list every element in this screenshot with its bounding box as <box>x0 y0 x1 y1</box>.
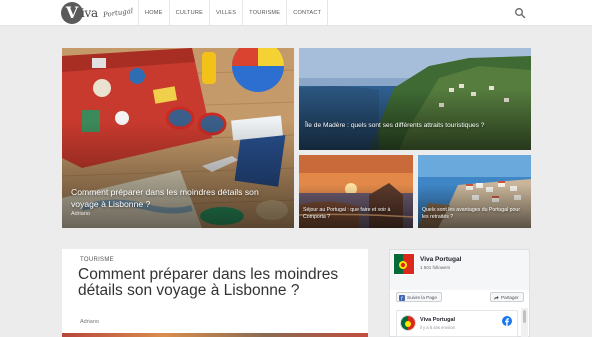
article-image-preview[interactable] <box>62 333 368 337</box>
post-madere-title[interactable]: Île de Madère : quels sont ses différent… <box>305 121 505 130</box>
main-menu: HOME CULTURE VILLES TOURISME CONTACT <box>138 0 329 26</box>
search-icon[interactable] <box>514 7 526 19</box>
follow-page-button[interactable]: f Suivre la Page <box>396 292 442 302</box>
image-overlay <box>299 88 531 150</box>
image-overlay <box>62 120 294 228</box>
logo-wordmark: iva <box>81 6 98 20</box>
logo-badge: V <box>61 2 83 24</box>
article-title[interactable]: Comment préparer dans les moindres détai… <box>78 267 348 299</box>
nav-tourisme[interactable]: TOURISME <box>242 0 286 26</box>
facebook-logo-icon <box>502 316 512 326</box>
post-retraites-title[interactable]: Quels sont les avantages du Portugal pou… <box>422 207 528 221</box>
facebook-page-name[interactable]: Viva Portugal <box>420 256 461 263</box>
portugal-flag-avatar[interactable] <box>393 253 415 275</box>
scrollbar-thumb[interactable] <box>523 310 526 323</box>
nav-villes[interactable]: VILLES <box>209 0 242 26</box>
nav-home[interactable]: HOME <box>138 0 169 26</box>
post-timestamp[interactable]: il y a 6 ans environ <box>420 325 455 330</box>
share-icon <box>494 295 499 300</box>
facebook-page-header: Viva Portugal 1 501 followers <box>390 250 529 290</box>
share-button[interactable]: Partager <box>490 292 524 302</box>
facebook-followers-count: 1 501 followers <box>420 265 451 270</box>
post-avatar[interactable] <box>400 315 416 331</box>
logo-script: Portugal <box>102 6 134 20</box>
follow-page-label: Suivre la Page <box>407 295 437 300</box>
post-retraites[interactable]: Quels sont les avantages du Portugal pou… <box>418 155 531 228</box>
nav-culture[interactable]: CULTURE <box>168 0 209 26</box>
featured-post-title[interactable]: Comment préparer dans les moindres détai… <box>71 186 285 210</box>
featured-post-lisbonne[interactable]: Comment préparer dans les moindres détai… <box>62 48 294 228</box>
top-navigation-bar: V iva Portugal HOME CULTURE VILLES TOURI… <box>0 0 592 26</box>
post-author-name[interactable]: Viva Portugal <box>420 317 455 323</box>
facebook-post[interactable]: Viva Portugal il y a 6 ans environ <box>396 310 518 337</box>
post-comporta-title[interactable]: Séjour au Portugal : que faire et voir à… <box>303 207 411 221</box>
article-author[interactable]: Adriano <box>80 319 99 325</box>
facebook-icon: f <box>399 295 405 301</box>
post-comporta[interactable]: Séjour au Portugal : que faire et voir à… <box>299 155 413 228</box>
site-logo[interactable]: V iva Portugal <box>61 2 134 26</box>
share-label: Partager <box>501 295 519 300</box>
svg-text:f: f <box>401 296 403 301</box>
latest-article: TOURISME Comment préparer dans les moind… <box>62 249 368 337</box>
article-category[interactable]: TOURISME <box>80 257 114 263</box>
facebook-page-widget: Viva Portugal 1 501 followers f Suivre l… <box>389 249 530 337</box>
featured-post-author[interactable]: Adriano <box>71 211 90 217</box>
widget-scrollbar[interactable] <box>521 308 528 337</box>
nav-contact[interactable]: CONTACT <box>286 0 329 26</box>
post-madere[interactable]: Île de Madère : quels sont ses différent… <box>299 48 531 150</box>
